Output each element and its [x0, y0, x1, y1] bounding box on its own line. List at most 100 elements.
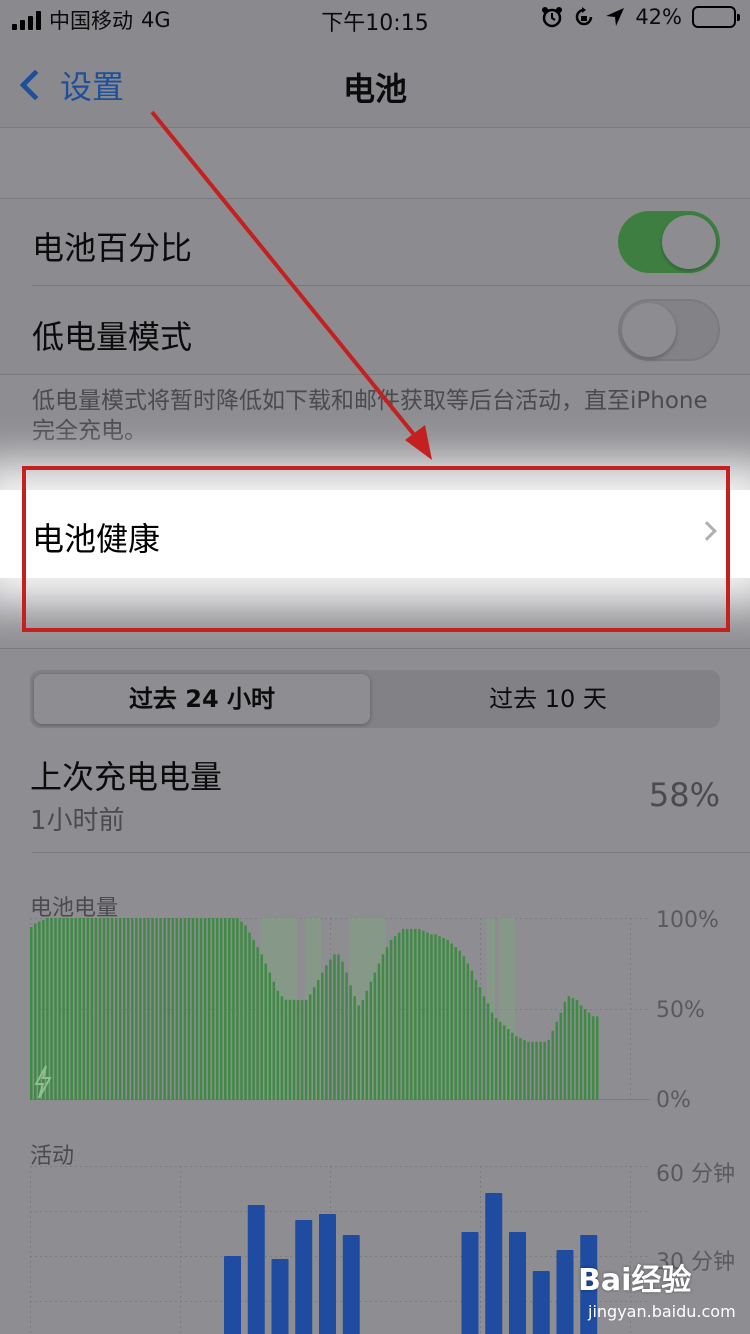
- battery-bar: [583, 1009, 587, 1100]
- battery-bar: [595, 1016, 599, 1100]
- rotation-lock-icon: [576, 7, 593, 26]
- activity-bar: [342, 1235, 360, 1334]
- battery-bar: [187, 918, 191, 1100]
- battery-bar: [252, 939, 255, 1100]
- battery-icon: [692, 6, 740, 28]
- battery-bar: [102, 918, 106, 1100]
- battery-bar: [183, 918, 187, 1100]
- battery-bar: [135, 918, 138, 1100]
- activity-bar: [509, 1232, 526, 1334]
- segment-10-days[interactable]: 过去 10 天: [380, 674, 716, 724]
- battery-bar: [220, 918, 223, 1100]
- page-title: 电池: [342, 70, 407, 108]
- battery-bar: [70, 918, 73, 1100]
- low-power-mode-row: 低电量模式: [0, 286, 750, 374]
- battery-bar: [38, 921, 41, 1100]
- battery-bar: [515, 1036, 518, 1100]
- group-bottom-separator: [0, 374, 750, 375]
- battery-bar: [284, 999, 288, 1100]
- battery-bar: [369, 981, 373, 1100]
- battery-bar: [276, 990, 280, 1100]
- battery-bar: [78, 918, 82, 1100]
- battery-percent-text: 42%: [635, 5, 682, 29]
- battery-bar: [50, 918, 53, 1100]
- battery-bar: [466, 963, 470, 1100]
- battery-percentage-toggle[interactable]: [618, 211, 720, 273]
- battery-bar: [46, 918, 49, 1100]
- battery-bar: [555, 1021, 559, 1100]
- battery-bar: [498, 1021, 502, 1100]
- battery-bar: [163, 918, 166, 1100]
- battery-bar: [139, 918, 142, 1100]
- battery-bar: [248, 932, 251, 1100]
- battery-bar: [543, 1041, 546, 1100]
- battery-bar: [535, 1041, 538, 1100]
- battery-bar: [523, 1039, 526, 1100]
- battery-bar: [207, 918, 211, 1100]
- battery-bar: [422, 930, 425, 1100]
- battery-level-chart: [30, 918, 650, 1100]
- activity-y-tick-60: 60 分钟: [656, 1162, 735, 1187]
- battery-bar: [527, 1041, 530, 1100]
- battery-bar: [511, 1032, 514, 1100]
- battery-bar: [54, 918, 57, 1100]
- battery-bar: [454, 947, 457, 1100]
- battery-bar: [345, 972, 348, 1100]
- battery-bar: [325, 965, 328, 1100]
- battery-bar: [389, 939, 393, 1100]
- battery-bar: [118, 918, 122, 1100]
- battery-bar: [474, 979, 478, 1100]
- battery-bar: [203, 918, 207, 1100]
- battery-bar: [414, 928, 417, 1100]
- battery-bar: [361, 999, 364, 1100]
- status-right: 42%: [541, 5, 740, 29]
- battery-bar: [405, 928, 409, 1100]
- battery-bar: [74, 918, 77, 1100]
- battery-bar: [272, 981, 276, 1100]
- battery-bar: [551, 1030, 554, 1100]
- battery-y-tick-50: 50%: [656, 998, 705, 1023]
- battery-bar: [591, 1016, 595, 1100]
- battery-bar: [563, 1001, 567, 1100]
- battery-bar: [195, 918, 199, 1100]
- battery-bar: [426, 932, 429, 1100]
- battery-bar: [418, 928, 421, 1100]
- battery-bar: [470, 970, 474, 1100]
- battery-bar: [114, 918, 118, 1100]
- alarm-icon: [542, 7, 563, 28]
- battery-bar: [353, 996, 356, 1100]
- segment-24-hours[interactable]: 过去 24 小时: [34, 674, 370, 724]
- battery-bar: [191, 918, 195, 1100]
- low-power-mode-toggle[interactable]: [618, 299, 720, 361]
- battery-bar: [236, 918, 239, 1100]
- activity-bar: [271, 1259, 289, 1334]
- battery-bar: [397, 932, 401, 1100]
- battery-bar: [94, 918, 98, 1100]
- battery-bar: [288, 999, 292, 1100]
- battery-bar: [312, 987, 316, 1100]
- battery-bar: [575, 999, 579, 1100]
- battery-bar: [159, 918, 162, 1100]
- battery-bar: [341, 961, 344, 1100]
- battery-bar: [587, 1012, 591, 1100]
- battery-bar: [442, 938, 445, 1100]
- battery-bar: [30, 927, 33, 1100]
- battery-bar: [280, 996, 284, 1100]
- activity-bar: [461, 1232, 479, 1334]
- battery-bar: [199, 918, 203, 1100]
- battery-bar: [151, 918, 154, 1100]
- battery-bar: [211, 918, 215, 1100]
- battery-bar: [58, 918, 61, 1100]
- battery-bar: [317, 979, 320, 1100]
- battery-bar: [62, 918, 65, 1100]
- battery-bar: [82, 918, 86, 1100]
- battery-bar: [268, 972, 272, 1100]
- battery-bar: [175, 918, 179, 1100]
- battery-bar: [410, 928, 413, 1100]
- battery-bar: [171, 918, 174, 1100]
- battery-bar: [519, 1038, 522, 1100]
- battery-bar: [215, 918, 219, 1100]
- battery-bar: [434, 934, 437, 1100]
- battery-bar: [559, 1012, 563, 1100]
- battery-bar: [179, 918, 183, 1100]
